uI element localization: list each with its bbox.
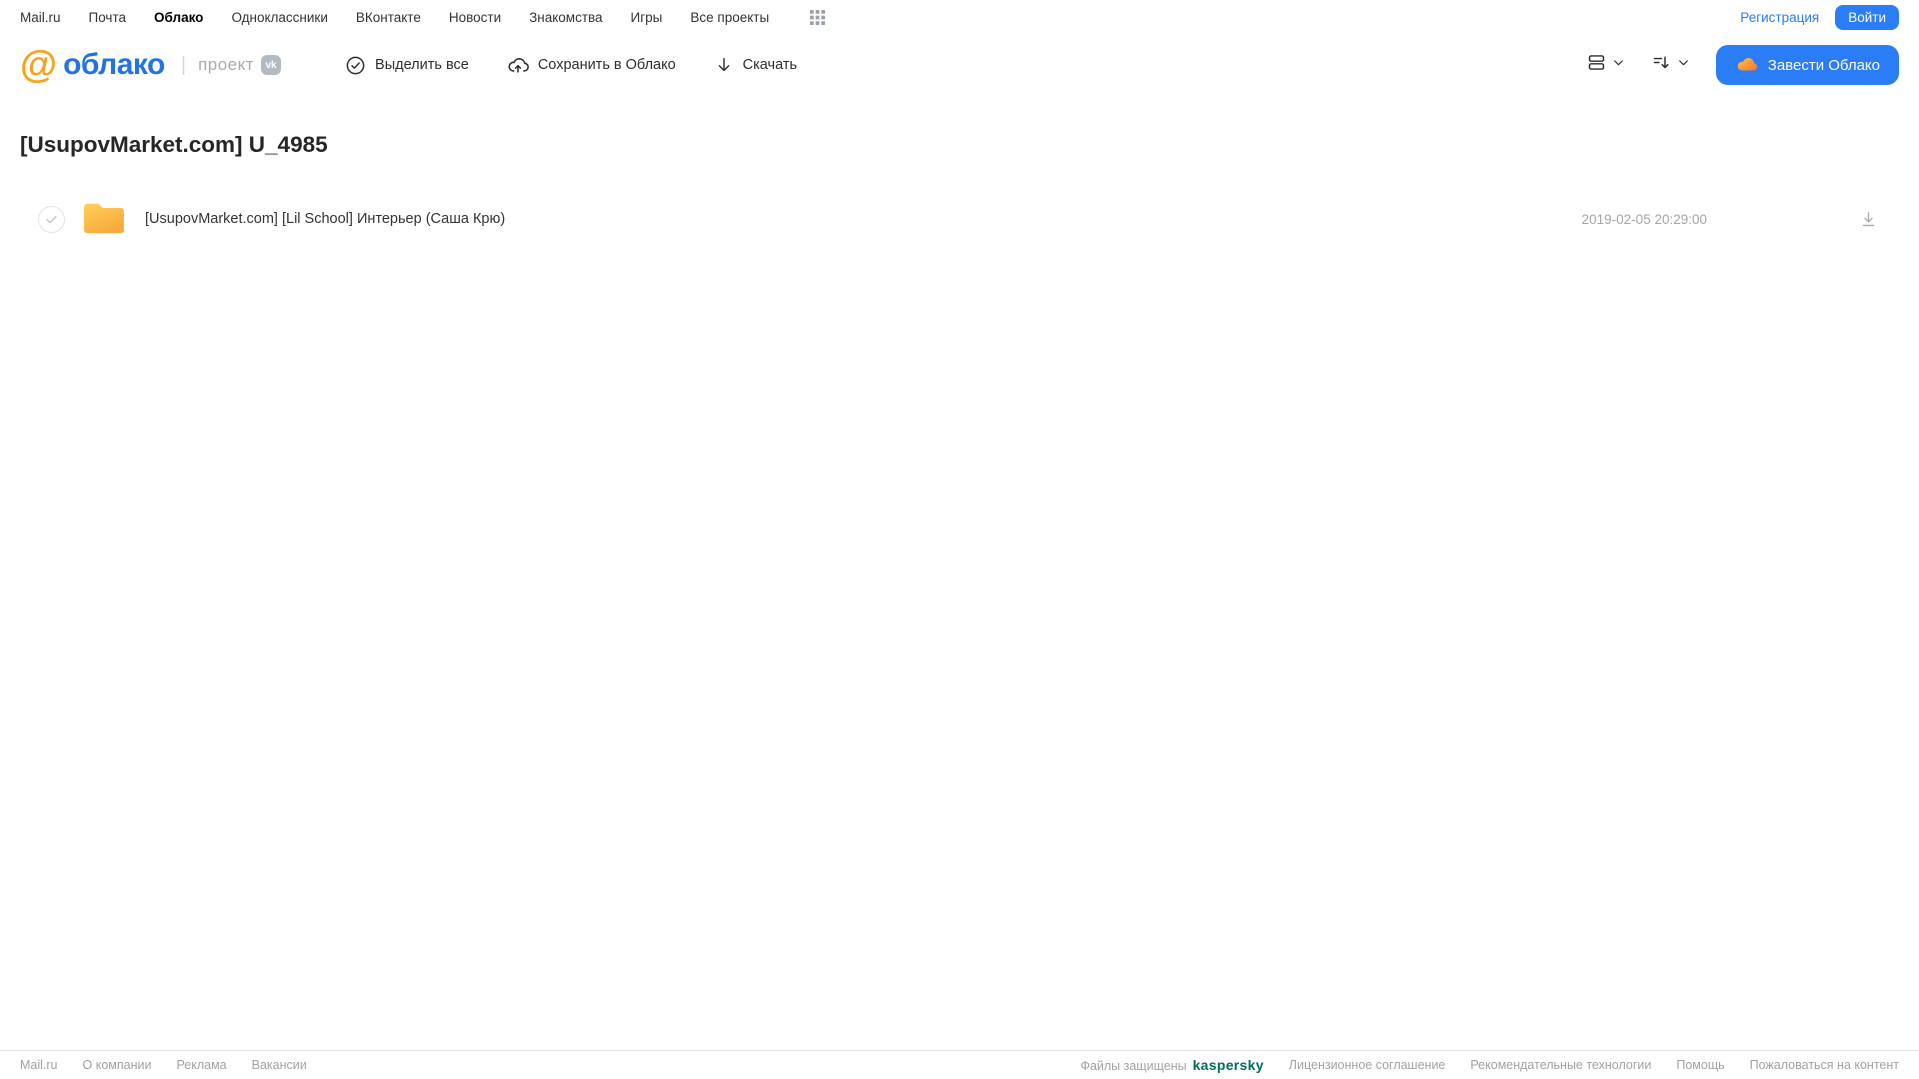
sort-icon bbox=[1651, 52, 1672, 78]
sort-dropdown[interactable] bbox=[1651, 52, 1690, 78]
chevron-down-icon bbox=[1677, 56, 1690, 74]
get-cloud-button[interactable]: Завести Облако bbox=[1715, 45, 1899, 85]
nav-link-dating[interactable]: Знакомства bbox=[529, 10, 602, 25]
page-title: [UsupovMarket.com] U_4985 bbox=[20, 132, 328, 157]
chevron-down-icon bbox=[1612, 56, 1625, 74]
cloud-logo[interactable]: @ облако | проект vk bbox=[20, 44, 282, 86]
kaspersky-protection: Файлы защищены kaspersky bbox=[1080, 1057, 1263, 1073]
check-circle-icon bbox=[345, 55, 366, 76]
file-date: 2019-02-05 20:29:00 bbox=[1581, 211, 1707, 227]
download-label: Скачать bbox=[742, 57, 798, 73]
nav-link-cloud[interactable]: Облако bbox=[154, 10, 203, 25]
footer-link-help[interactable]: Помощь bbox=[1676, 1058, 1724, 1072]
kaspersky-logo[interactable]: kaspersky bbox=[1193, 1057, 1264, 1073]
footer-link-recommendation-tech[interactable]: Рекомендательные технологии bbox=[1470, 1058, 1651, 1072]
footer-link-license[interactable]: Лицензионное соглашение bbox=[1289, 1058, 1446, 1072]
select-all-label: Выделить все bbox=[375, 57, 469, 73]
cloud-icon bbox=[1735, 53, 1759, 77]
logo-divider: | bbox=[180, 53, 187, 76]
portal-nav: Mail.ru Почта Облако Одноклассники ВКонт… bbox=[0, 0, 1919, 30]
header-right: Завести Облако bbox=[1586, 45, 1899, 85]
footer-right-links: Файлы защищены kaspersky Лицензионное со… bbox=[1080, 1057, 1899, 1073]
footer: Mail.ru О компании Реклама Вакансии Файл… bbox=[0, 1050, 1919, 1079]
folder-icon bbox=[81, 198, 127, 241]
file-name-link[interactable]: [UsupovMarket.com] [Lil School] Интерьер… bbox=[145, 211, 505, 227]
select-all-button[interactable]: Выделить все bbox=[345, 55, 469, 76]
footer-link-about[interactable]: О компании bbox=[83, 1058, 152, 1072]
check-icon bbox=[46, 215, 57, 223]
portal-nav-links: Mail.ru Почта Облако Одноклассники ВКонт… bbox=[20, 9, 826, 26]
save-to-cloud-label: Сохранить в Облако bbox=[537, 57, 676, 73]
cloud-logo-text: облако bbox=[63, 48, 165, 81]
save-to-cloud-button[interactable]: Сохранить в Облако bbox=[507, 54, 676, 76]
nav-link-games[interactable]: Игры bbox=[631, 10, 663, 25]
toolbar: Выделить все Сохранить в Облако Скачать bbox=[345, 54, 797, 76]
vk-project-label: проект bbox=[198, 55, 255, 74]
footer-link-ads[interactable]: Реклама bbox=[176, 1058, 226, 1072]
portal-nav-right: Регистрация Войти bbox=[1740, 4, 1899, 30]
vk-logo-icon: vk bbox=[261, 55, 282, 75]
nav-link-vkontakte[interactable]: ВКонтакте bbox=[356, 10, 421, 25]
footer-link-report-content[interactable]: Пожаловаться на контент bbox=[1750, 1058, 1899, 1072]
nav-link-news[interactable]: Новости bbox=[449, 10, 501, 25]
login-button[interactable]: Войти bbox=[1835, 4, 1899, 30]
files-protected-label: Файлы защищены bbox=[1080, 1059, 1187, 1073]
mailru-at-icon: @ bbox=[20, 44, 58, 86]
footer-link-jobs[interactable]: Вакансии bbox=[252, 1058, 307, 1072]
registration-link[interactable]: Регистрация bbox=[1740, 10, 1819, 25]
cloud-upload-icon bbox=[507, 54, 529, 76]
nav-link-mail[interactable]: Почта bbox=[89, 10, 127, 25]
view-rows-icon bbox=[1586, 52, 1607, 78]
header: @ облако | проект vk Выделить все Сохран… bbox=[0, 32, 1919, 98]
nav-link-all-projects[interactable]: Все проекты bbox=[690, 10, 769, 25]
row-checkbox[interactable] bbox=[38, 205, 65, 233]
main-content: [UsupovMarket.com] U_4985 [UsupovMarket.… bbox=[0, 132, 1919, 242]
footer-left-links: Mail.ru О компании Реклама Вакансии bbox=[20, 1058, 307, 1072]
download-arrow-icon bbox=[714, 55, 734, 75]
nav-link-mailru[interactable]: Mail.ru bbox=[20, 10, 61, 25]
nav-link-odnoklassniki[interactable]: Одноклассники bbox=[231, 10, 327, 25]
row-download-icon[interactable] bbox=[1859, 210, 1878, 229]
footer-link-mailru[interactable]: Mail.ru bbox=[20, 1058, 58, 1072]
download-button[interactable]: Скачать bbox=[714, 55, 797, 75]
get-cloud-label: Завести Облако bbox=[1767, 56, 1880, 74]
all-projects-grid-icon[interactable] bbox=[809, 9, 826, 26]
view-mode-dropdown[interactable] bbox=[1586, 52, 1625, 78]
file-row[interactable]: [UsupovMarket.com] [Lil School] Интерьер… bbox=[20, 196, 1899, 242]
